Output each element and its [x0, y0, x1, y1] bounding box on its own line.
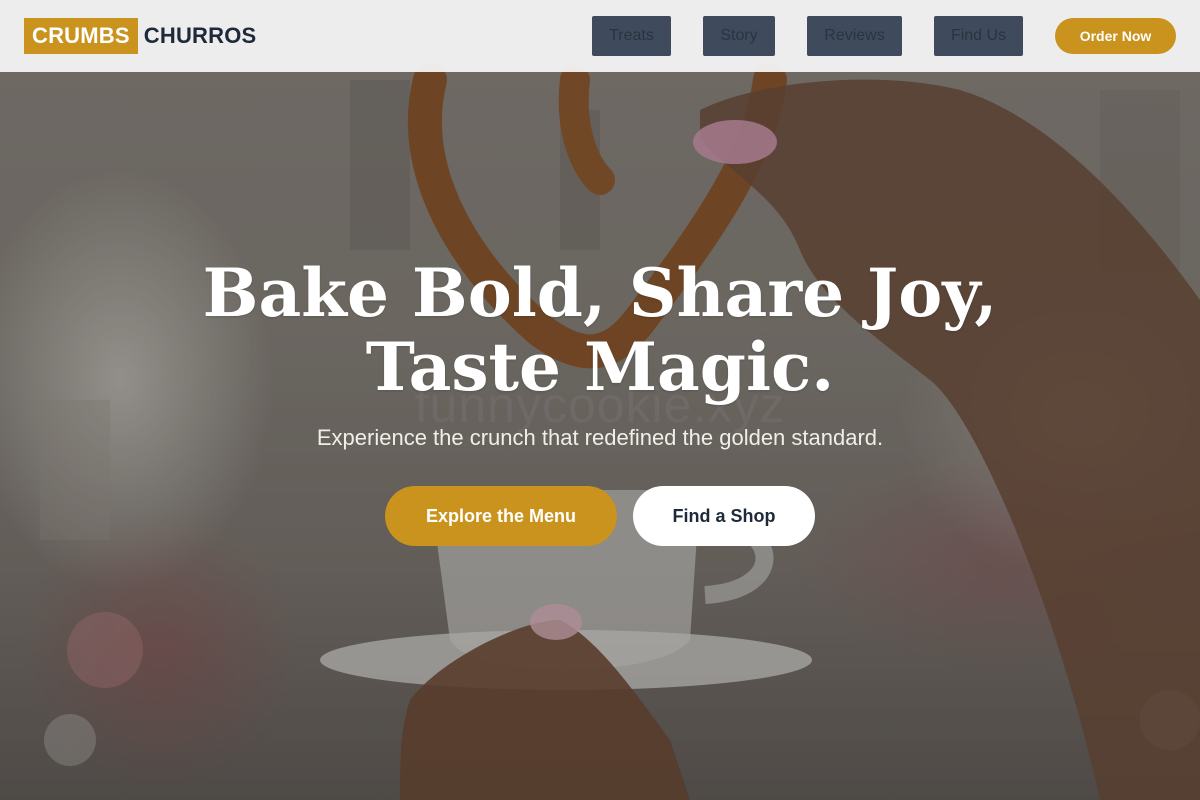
top-navbar: CRUMBS CHURROS Treats Story Reviews Find…	[0, 0, 1200, 72]
nav-link-treats[interactable]: Treats	[592, 16, 671, 56]
hero-headline: Bake Bold, Share Joy, Taste Magic.	[0, 256, 1200, 404]
find-shop-button[interactable]: Find a Shop	[633, 486, 815, 546]
brand-highlight: CRUMBS	[24, 18, 138, 54]
hero-headline-line-2: Taste Magic.	[365, 328, 835, 406]
nav-link-reviews[interactable]: Reviews	[807, 16, 902, 56]
brand-logo[interactable]: CRUMBS CHURROS	[24, 18, 256, 54]
explore-menu-button[interactable]: Explore the Menu	[385, 486, 617, 546]
hero-headline-line-1: Bake Bold, Share Joy,	[202, 254, 998, 332]
nav-link-story[interactable]: Story	[703, 16, 775, 56]
brand-name: CHURROS	[143, 23, 257, 48]
order-now-button[interactable]: Order Now	[1055, 18, 1176, 54]
nav-link-find-us[interactable]: Find Us	[934, 16, 1023, 56]
hero-subtitle: Experience the crunch that redefined the…	[316, 425, 884, 450]
